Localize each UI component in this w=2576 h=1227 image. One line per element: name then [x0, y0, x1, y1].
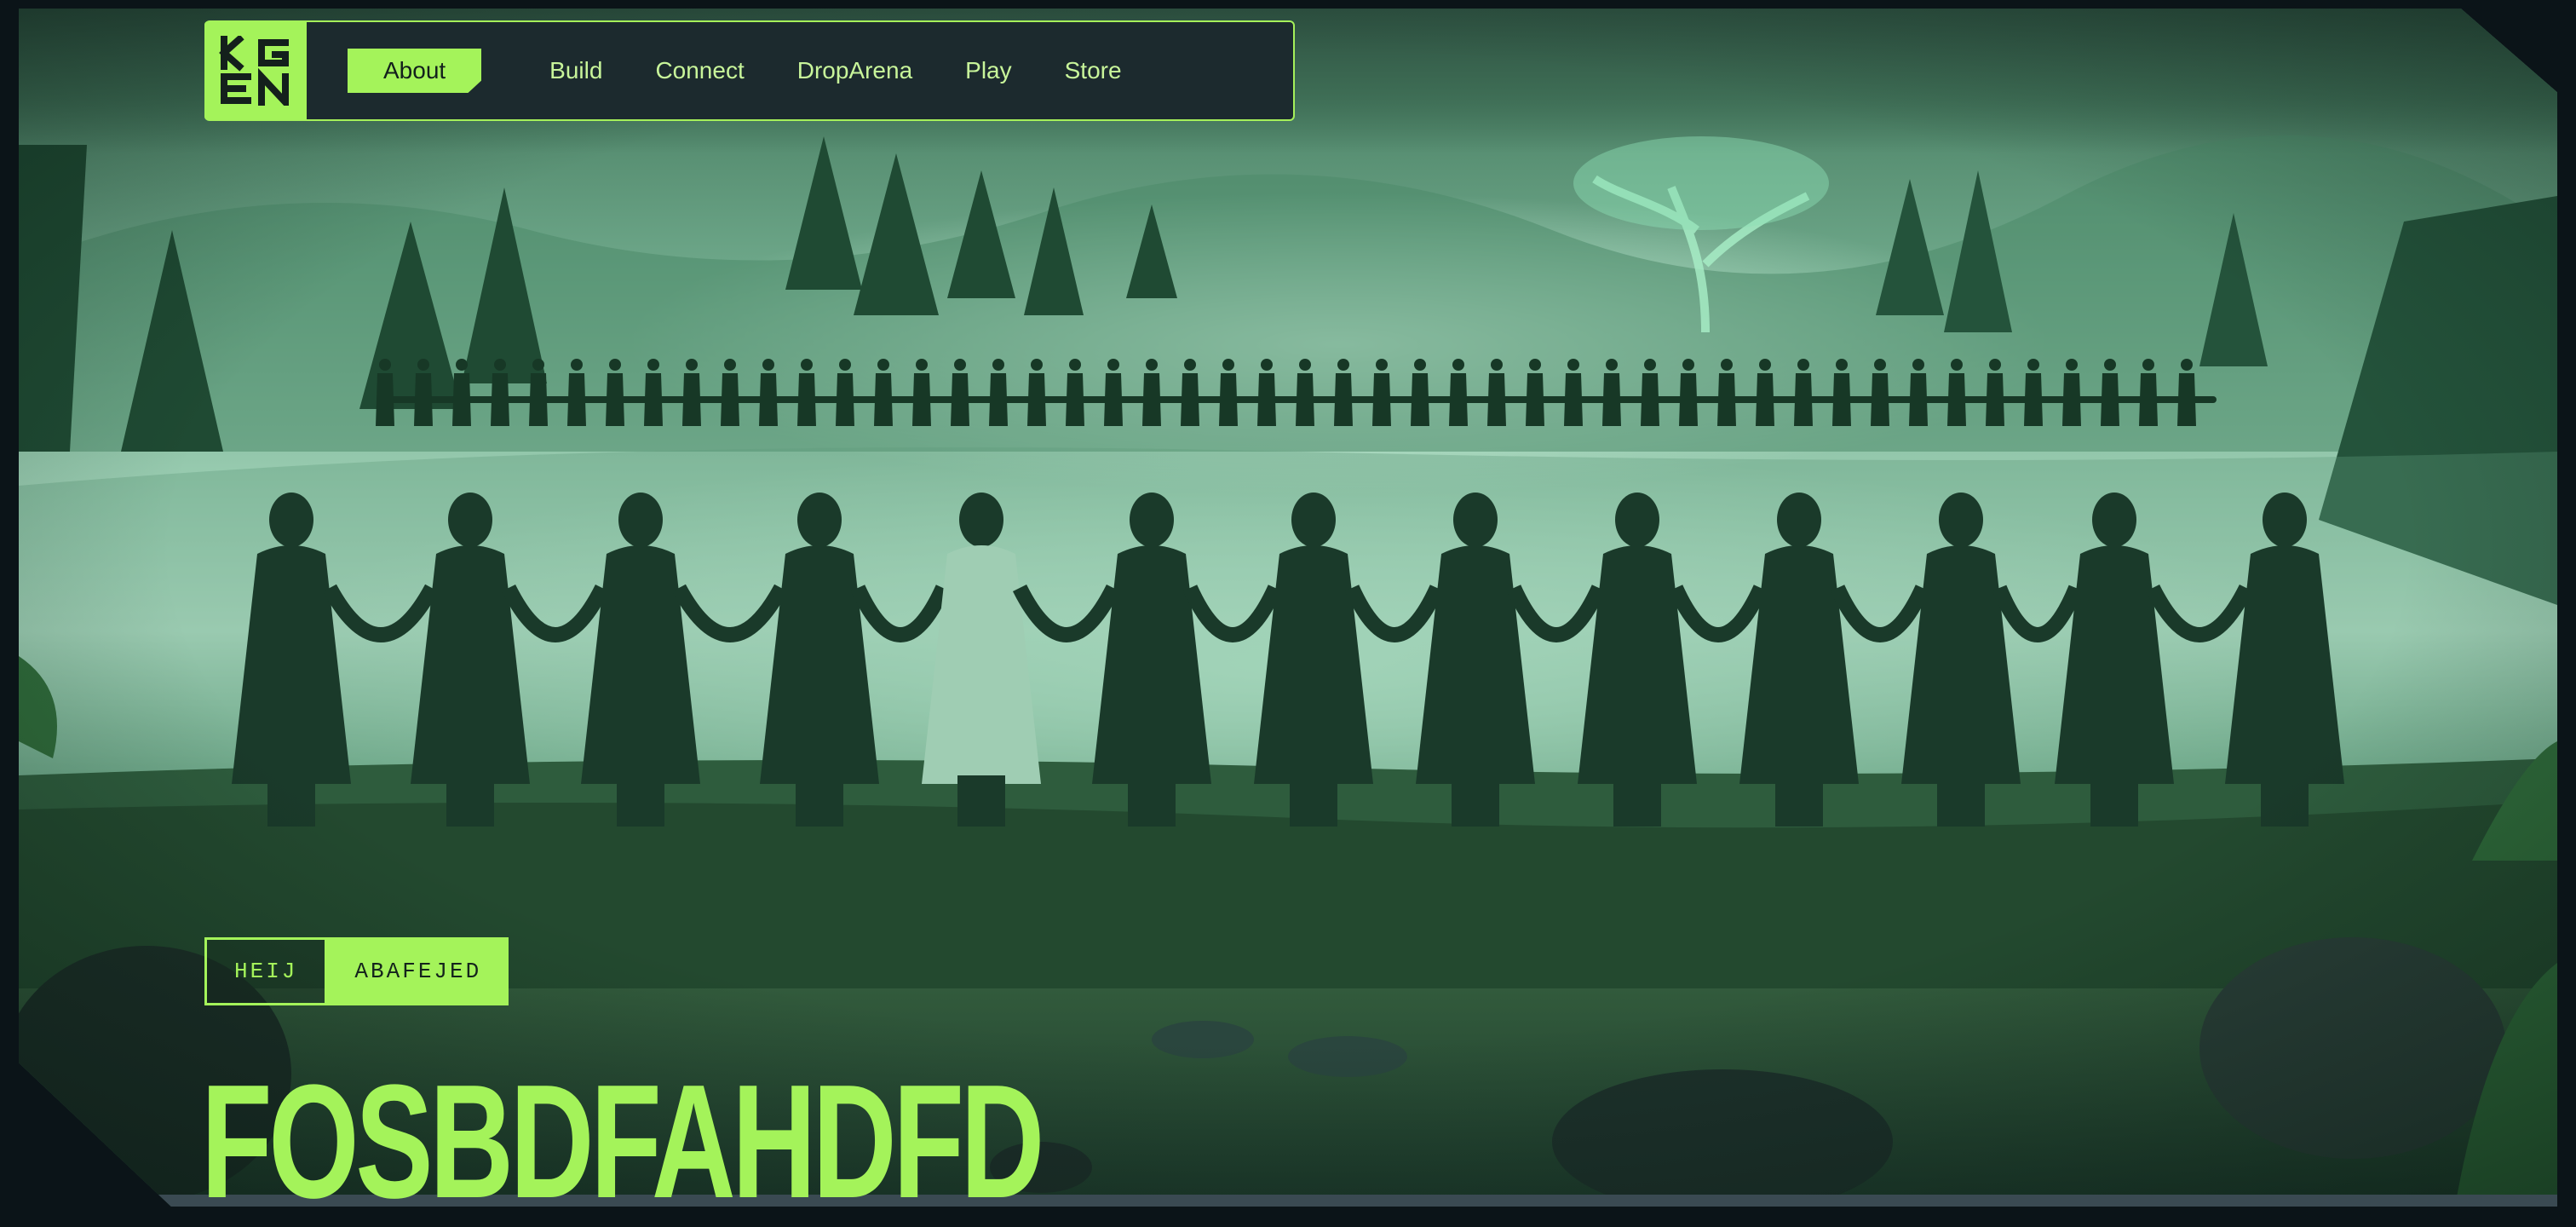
hero-banner: [19, 9, 2557, 1207]
main-navigation: About Build Connect DropArena Play Store: [204, 20, 1295, 121]
kgen-logo-mark: [219, 36, 289, 106]
nav-item-store[interactable]: Store: [1065, 49, 1122, 93]
nav-item-build[interactable]: Build: [549, 49, 602, 93]
nav-item-play[interactable]: Play: [965, 49, 1011, 93]
nav-items: About Build Connect DropArena Play Store: [348, 49, 1175, 93]
kgen-logo-icon[interactable]: [204, 21, 307, 120]
nav-item-connect[interactable]: Connect: [655, 49, 744, 93]
hero-tags: HEIJ ABAFEJED: [204, 937, 509, 1005]
hero-title: FOSBDFAHDFD: [201, 1051, 1044, 1227]
nav-item-droparena[interactable]: DropArena: [797, 49, 912, 93]
nav-item-about[interactable]: About: [348, 49, 482, 93]
tag-filled: ABAFEJED: [327, 937, 509, 1005]
fantasy-characters-holding-hands-forest-image: [19, 135, 2557, 1207]
tag-outline: HEIJ: [204, 937, 328, 1005]
